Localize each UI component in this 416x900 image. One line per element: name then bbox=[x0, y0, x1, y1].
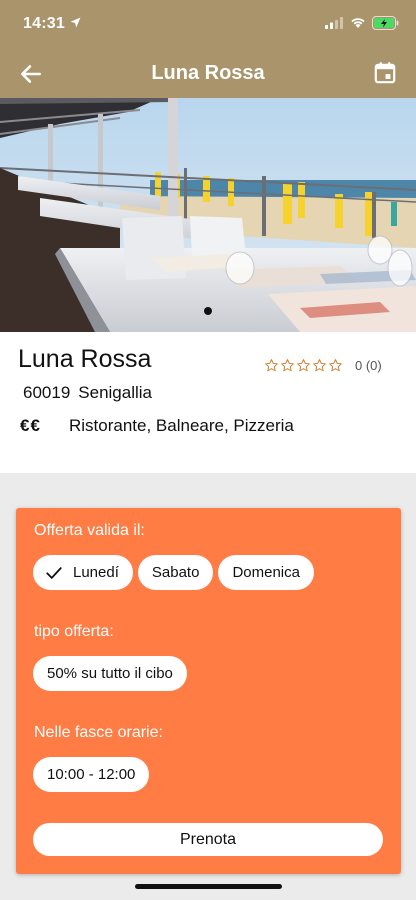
address: 60019 Senigallia bbox=[23, 383, 152, 403]
wifi-icon bbox=[351, 18, 365, 28]
offer-card: Offerta valida il: Lunedí Sabato Domenica … bbox=[16, 508, 401, 874]
offer-days-label: Offerta valida il: bbox=[34, 522, 145, 539]
day-chip-label: Sabato bbox=[151, 564, 200, 581]
star-icon bbox=[313, 359, 326, 372]
restaurant-name: Luna Rossa bbox=[18, 345, 152, 373]
calendar-icon[interactable] bbox=[372, 60, 398, 86]
star-icon bbox=[329, 359, 342, 372]
prenota-button[interactable]: Prenota bbox=[33, 823, 383, 856]
rating-stars bbox=[264, 358, 343, 373]
page-title: Luna Rossa bbox=[151, 62, 265, 84]
offer-type-chip[interactable]: 50% su tutto il cibo bbox=[33, 656, 187, 691]
time-slot-chip[interactable]: 10:00 - 12:00 bbox=[33, 757, 150, 792]
back-arrow-icon[interactable] bbox=[18, 61, 44, 87]
rating-count: 0 (0) bbox=[355, 358, 382, 373]
restaurant-photo bbox=[0, 98, 416, 332]
restaurant-categories: Ristorante, Balneare, Pizzeria bbox=[69, 416, 294, 435]
price-level: €€ bbox=[20, 416, 41, 435]
restaurant-photo-gallery[interactable] bbox=[0, 98, 416, 332]
day-chip-1[interactable]: Sabato bbox=[137, 555, 214, 590]
star-icon bbox=[297, 359, 310, 372]
signal-icon bbox=[325, 17, 343, 29]
day-chip-label: Lunedí bbox=[73, 564, 119, 581]
nav-bar: Luna Rossa bbox=[0, 48, 416, 98]
star-icon bbox=[281, 359, 294, 372]
checkmark-icon bbox=[46, 566, 62, 579]
star-icon bbox=[265, 359, 278, 372]
restaurant-info: Luna Rossa 0 (0) 60019 Senigallia €€ Rist… bbox=[0, 332, 416, 473]
rating: 0 (0) bbox=[264, 358, 382, 373]
day-chip-2[interactable]: Domenica bbox=[218, 555, 314, 590]
offer-days: Lunedí Sabato Domenica bbox=[33, 555, 314, 590]
day-chip-0[interactable]: Lunedí bbox=[33, 555, 133, 590]
battery-charging-icon bbox=[372, 16, 399, 30]
status-time: 14:31 bbox=[23, 15, 65, 32]
offer-type: 50% su tutto il cibo bbox=[33, 656, 187, 691]
city: Senigallia bbox=[78, 383, 153, 402]
postcode: 60019 bbox=[23, 383, 71, 402]
status-bar: 14:31 bbox=[0, 0, 416, 48]
offer-type-label: tipo offerta: bbox=[34, 623, 114, 640]
offer-hours: 10:00 - 12:00 bbox=[33, 757, 150, 792]
gallery-page-indicator bbox=[204, 307, 212, 315]
home-indicator[interactable] bbox=[135, 884, 282, 889]
offer-hours-label: Nelle fasce orarie: bbox=[34, 724, 163, 741]
day-chip-label: Domenica bbox=[232, 564, 300, 581]
location-arrow-icon bbox=[70, 17, 81, 28]
